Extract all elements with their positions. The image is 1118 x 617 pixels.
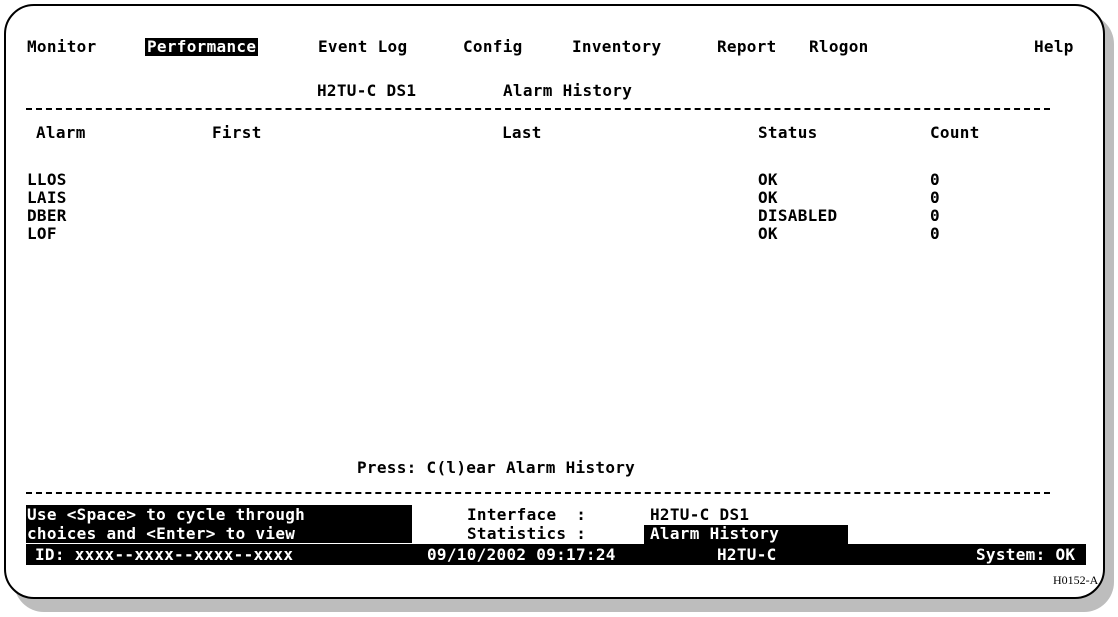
interface-label: Interface :	[467, 505, 587, 524]
menu-monitor[interactable]: Monitor	[27, 38, 97, 56]
hint-line-2: choices and <Enter> to view	[27, 524, 296, 543]
screen-title-page: Alarm History	[503, 81, 633, 100]
divider-top	[26, 108, 1050, 110]
alarm-status: DISABLED	[758, 206, 838, 225]
menu-rlogon[interactable]: Rlogon	[809, 38, 869, 56]
divider-bottom	[26, 492, 1050, 494]
statistics-label: Statistics :	[467, 524, 587, 543]
datetime: 09/10/2002 09:17:24	[427, 545, 616, 564]
clear-alarm-history-prompt[interactable]: Press: C(l)ear Alarm History	[357, 459, 635, 477]
system-status: System: OK	[976, 545, 1076, 564]
alarm-name: LLOS	[27, 170, 67, 189]
column-header-alarm: Alarm	[36, 123, 86, 142]
interface-field[interactable]: H2TU-C DS1	[650, 506, 749, 524]
alarm-status: OK	[758, 188, 778, 207]
unit-name: H2TU-C	[717, 545, 777, 564]
screen-title-interface: H2TU-C DS1	[317, 81, 417, 100]
menu-performance[interactable]: Performance	[145, 38, 259, 56]
column-header-first: First	[212, 123, 262, 142]
alarm-count: 0	[930, 206, 940, 225]
statistics-field[interactable]: Alarm History	[650, 525, 779, 543]
menu-config[interactable]: Config	[463, 38, 523, 56]
menu-report[interactable]: Report	[717, 38, 777, 56]
alarm-count: 0	[930, 188, 940, 207]
alarm-name: LAIS	[27, 188, 67, 207]
menu-inventory[interactable]: Inventory	[572, 38, 661, 56]
alarm-name: DBER	[27, 206, 67, 225]
column-header-count: Count	[930, 123, 980, 142]
column-header-last: Last	[502, 123, 542, 142]
alarm-count: 0	[930, 224, 940, 243]
alarm-status: OK	[758, 170, 778, 189]
alarm-count: 0	[930, 170, 940, 189]
hint-line-1: Use <Space> to cycle through	[27, 505, 306, 524]
alarm-name: LOF	[27, 224, 57, 243]
menu-help[interactable]: Help	[1034, 38, 1074, 56]
figure-id: H0152-A	[1053, 573, 1099, 587]
alarm-status: OK	[758, 224, 778, 243]
device-id: ID: xxxx--xxxx--xxxx--xxxx	[35, 545, 294, 564]
column-header-status: Status	[758, 123, 818, 142]
menu-event-log[interactable]: Event Log	[318, 38, 407, 56]
